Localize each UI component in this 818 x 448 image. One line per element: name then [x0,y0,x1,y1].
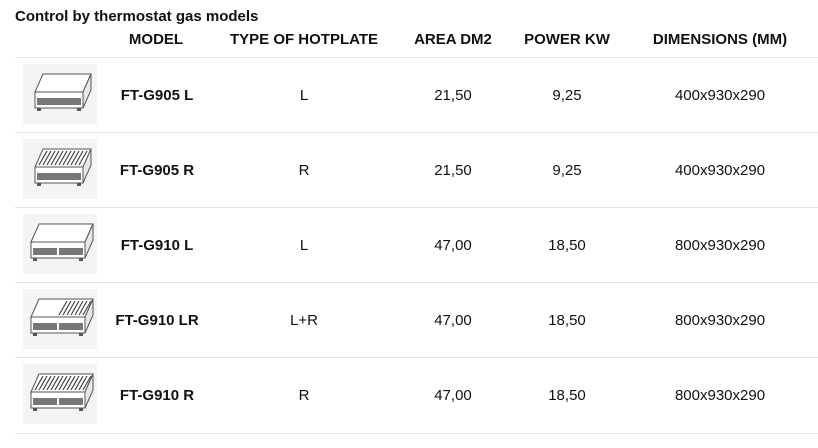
table-row: FT-G905 R R 21,50 9,25 400x930x290 [15,132,818,208]
griddle-ribbed-double-icon [23,364,97,424]
header-model: MODEL [128,31,184,48]
dimensions-value: 800x930x290 [674,312,766,329]
model-name: FT-G905 R [119,162,195,179]
model-name: FT-G910 L [120,237,194,254]
griddle-smooth-double-icon [23,214,97,274]
power-value: 18,50 [548,387,586,404]
dimensions-value: 400x930x290 [674,87,766,104]
dimensions-value: 400x930x290 [674,162,766,179]
hotplate-type: L [299,87,309,104]
hotplate-type: R [298,387,310,404]
table-title: Control by thermostat gas models [15,8,259,25]
area-value: 47,00 [434,312,472,329]
area-value: 21,50 [434,87,472,104]
dimensions-value: 800x930x290 [674,237,766,254]
area-value: 47,00 [434,387,472,404]
header-power: POWER KW [524,31,610,48]
power-value: 9,25 [552,87,582,104]
header-area: AREA DM2 [414,31,492,48]
table-row: FT-G910 LR L+R 47,00 18,50 800x930x290 [15,282,818,358]
hotplate-type: L+R [290,312,318,329]
model-name: FT-G905 L [120,87,194,104]
griddle-mixed-double-icon [23,289,97,349]
hotplate-type: L [299,237,309,254]
table-row: FT-G910 R R 47,00 18,50 800x930x290 [15,357,818,434]
hotplate-type: R [298,162,310,179]
header-dimensions: DIMENSIONS (MM) [652,31,788,48]
power-value: 9,25 [552,162,582,179]
table-row: FT-G910 L L 47,00 18,50 800x930x290 [15,207,818,283]
power-value: 18,50 [548,237,586,254]
griddle-ribbed-single-icon [23,139,97,199]
area-value: 21,50 [434,162,472,179]
area-value: 47,00 [434,237,472,254]
power-value: 18,50 [548,312,586,329]
model-name: FT-G910 LR [115,312,199,329]
table-row: FT-G905 L L 21,50 9,25 400x930x290 [15,57,818,133]
dimensions-value: 800x930x290 [674,387,766,404]
griddle-smooth-single-icon [23,64,97,124]
header-hotplate: TYPE OF HOTPLATE [229,31,379,48]
model-name: FT-G910 R [119,387,195,404]
